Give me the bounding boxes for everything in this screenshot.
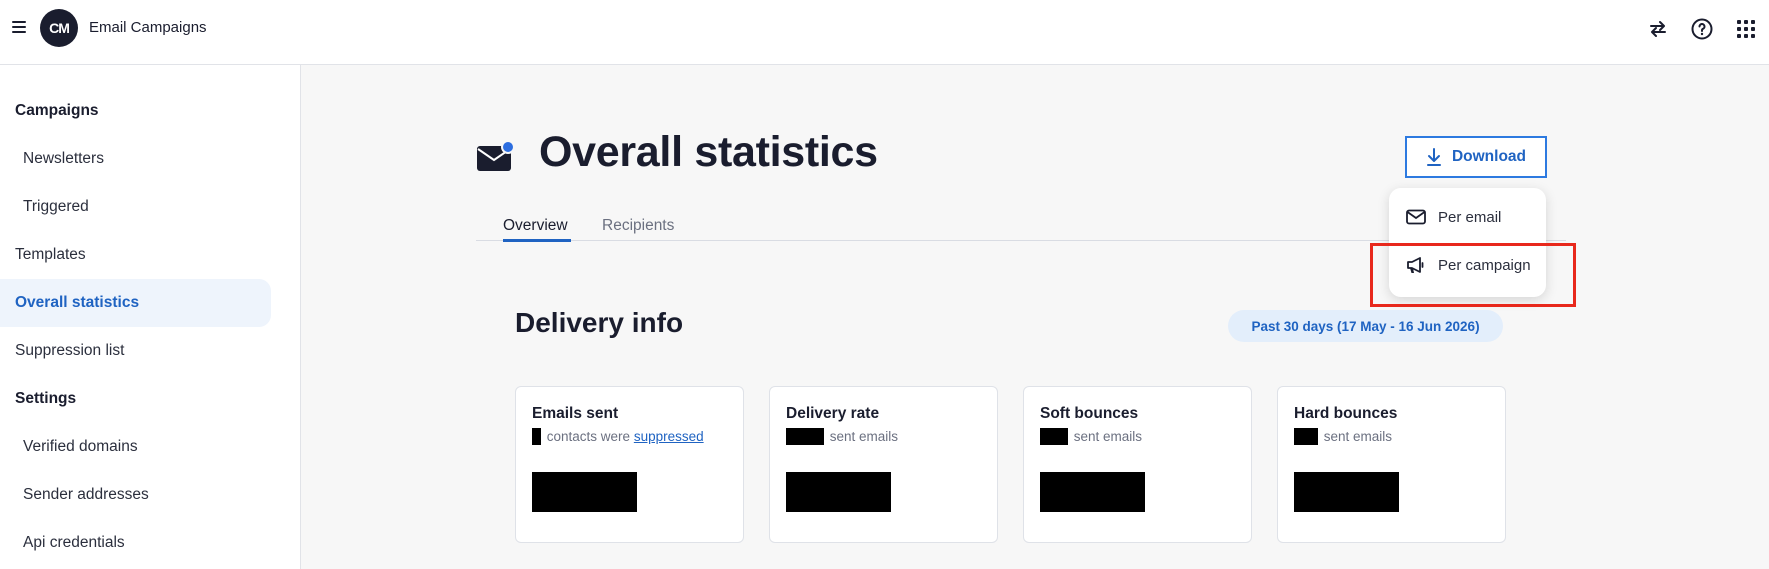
card-subtitle-text: sent emails	[1073, 429, 1143, 444]
swap-icon[interactable]	[1646, 17, 1670, 41]
app-title: Email Campaigns	[89, 19, 207, 36]
card-title: Delivery rate	[786, 405, 880, 422]
download-button-label: Download	[1451, 148, 1527, 165]
sidebar-section-settings[interactable]: Settings	[15, 390, 76, 408]
sidebar-item-overall-statistics[interactable]: Overall statistics	[15, 294, 139, 312]
help-icon[interactable]	[1690, 17, 1714, 41]
card-title: Hard bounces	[1294, 405, 1398, 422]
card-title: Emails sent	[532, 405, 619, 422]
card-subtitle: sent emails	[786, 428, 898, 445]
stat-card-hard-bounces: Hard bounces sent emails	[1277, 386, 1506, 543]
redacted-value	[532, 472, 637, 512]
apps-grid-icon[interactable]	[1734, 17, 1758, 41]
tab-active-underline	[503, 239, 571, 242]
card-subtitle-text: sent emails	[1323, 429, 1393, 444]
sidebar-item-triggered[interactable]: Triggered	[23, 198, 89, 216]
redacted-value	[1040, 428, 1068, 445]
megaphone-icon	[1407, 257, 1424, 273]
download-icon	[1426, 148, 1441, 166]
page-title: Overall statistics	[539, 128, 878, 176]
sidebar-item-sender-addresses[interactable]: Sender addresses	[23, 486, 149, 504]
stat-card-emails-sent: Emails sent contacts were suppressed	[515, 386, 744, 543]
sidebar: Campaigns Newsletters Triggered Template…	[0, 65, 301, 569]
tab-recipients[interactable]: Recipients	[602, 217, 674, 235]
tab-overview[interactable]: Overview	[503, 217, 568, 235]
card-subtitle: contacts were suppressed	[532, 428, 704, 445]
card-subtitle-text: sent emails	[829, 429, 899, 444]
sidebar-item-suppression-list[interactable]: Suppression list	[15, 342, 124, 360]
menu-item-per-campaign[interactable]: Per campaign	[1389, 245, 1546, 285]
sidebar-item-templates[interactable]: Templates	[15, 246, 86, 264]
suppressed-link[interactable]: suppressed	[634, 429, 704, 444]
redacted-value	[1294, 472, 1399, 512]
sidebar-item-verified-domains[interactable]: Verified domains	[23, 438, 138, 456]
download-button[interactable]: Download	[1405, 136, 1547, 178]
download-dropdown-menu: Per email Per campaign	[1389, 188, 1546, 297]
card-title: Soft bounces	[1040, 405, 1139, 422]
envelope-icon	[1406, 209, 1426, 225]
sidebar-item-api-credentials[interactable]: Api credentials	[23, 534, 125, 552]
sidebar-section-campaigns[interactable]: Campaigns	[15, 102, 99, 120]
redacted-value	[532, 428, 541, 445]
stat-card-soft-bounces: Soft bounces sent emails	[1023, 386, 1252, 543]
date-range-badge[interactable]: Past 30 days (17 May - 16 Jun 2026)	[1228, 310, 1503, 342]
hamburger-menu-icon[interactable]	[12, 21, 26, 35]
menu-item-label: Per campaign	[1438, 256, 1531, 274]
delivery-info-title: Delivery info	[515, 307, 684, 338]
redacted-value	[786, 472, 891, 512]
redacted-value	[786, 428, 824, 445]
card-subtitle: sent emails	[1294, 428, 1392, 445]
card-subtitle-text: contacts were	[546, 429, 631, 444]
top-bar: CM Email Campaigns	[0, 0, 1769, 65]
sidebar-item-newsletters[interactable]: Newsletters	[23, 150, 104, 168]
email-campaign-icon	[477, 140, 515, 171]
redacted-value	[1040, 472, 1145, 512]
menu-item-per-email[interactable]: Per email	[1389, 197, 1546, 237]
redacted-value	[1294, 428, 1318, 445]
cm-logo[interactable]: CM	[40, 9, 78, 47]
stat-card-delivery-rate: Delivery rate sent emails	[769, 386, 998, 543]
card-subtitle: sent emails	[1040, 428, 1142, 445]
menu-item-label: Per email	[1438, 208, 1502, 226]
